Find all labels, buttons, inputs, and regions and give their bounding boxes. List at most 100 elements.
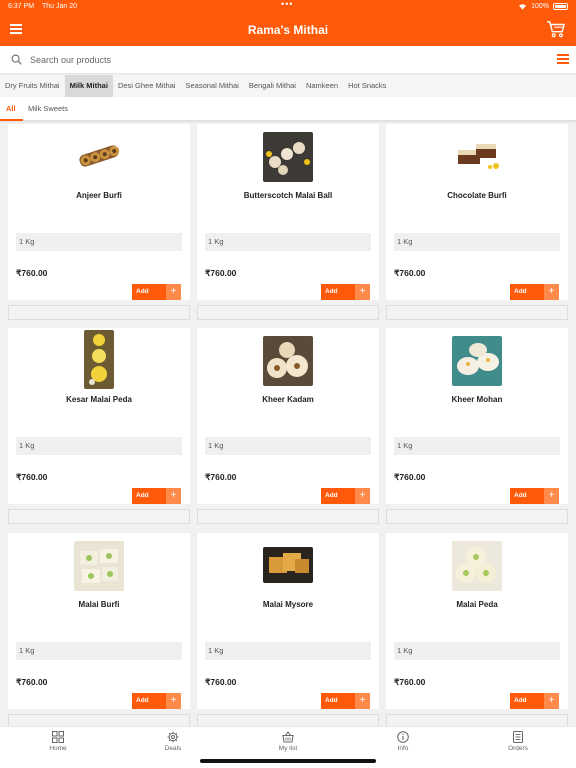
product-name: Malai Burfi — [78, 600, 120, 609]
nav-deals[interactable]: Deals — [143, 731, 203, 752]
card-footer — [8, 714, 190, 726]
product-card[interactable]: Kheer Mohan 1 Kg ₹760.00 Add + — [386, 328, 568, 524]
plus-icon: + — [355, 693, 370, 709]
weight-select[interactable]: 1 Kg — [205, 233, 371, 251]
plus-icon: + — [355, 284, 370, 300]
nav-label: Info — [397, 745, 409, 752]
product-card[interactable]: Malai Mysore 1 Kg ₹760.00 Add + — [197, 533, 379, 726]
status-time: 6:37 PM — [8, 3, 35, 10]
nav-label: My list — [278, 745, 298, 752]
card-footer — [8, 509, 190, 524]
status-date: Thu Jan 20 — [42, 3, 78, 10]
search-icon — [11, 54, 22, 65]
add-button[interactable]: Add + — [510, 284, 559, 300]
card-footer — [197, 305, 379, 320]
plus-icon: + — [166, 488, 181, 504]
product-price: ₹760.00 — [394, 472, 426, 482]
home-indicator[interactable] — [200, 759, 376, 763]
card-footer — [386, 714, 568, 726]
product-name: Kesar Malai Peda — [66, 395, 132, 404]
status-right: 100% — [518, 3, 568, 10]
product-name: Kheer Kadam — [262, 395, 314, 404]
search-input[interactable] — [30, 51, 510, 69]
weight-select[interactable]: 1 Kg — [205, 642, 371, 660]
product-name: Malai Peda — [456, 600, 498, 609]
subcategory-tabs: All Milk Sweets — [0, 97, 576, 121]
tab-namkeen[interactable]: Namkeen — [301, 75, 343, 97]
add-label: Add — [321, 488, 355, 504]
plus-icon: + — [544, 284, 559, 300]
nav-label: Deals — [164, 745, 182, 752]
weight-select[interactable]: 1 Kg — [394, 642, 560, 660]
app-header: 6:37 PM Thu Jan 20 ••• 100% Rama's Mitha… — [0, 0, 576, 46]
weight-select[interactable]: 1 Kg — [16, 642, 182, 660]
product-name: Kheer Mohan — [451, 395, 503, 404]
add-button[interactable]: Add + — [510, 488, 559, 504]
product-price: ₹760.00 — [16, 677, 48, 687]
product-card[interactable]: Chocolate Burfi 1 Kg ₹760.00 Add + — [386, 124, 568, 320]
product-card[interactable]: Kesar Malai Peda 1 Kg ₹760.00 Add + — [8, 328, 190, 524]
add-button[interactable]: Add + — [132, 693, 181, 709]
info-icon — [397, 731, 409, 743]
product-price: ₹760.00 — [205, 677, 237, 687]
kesar-malai-peda-image — [84, 330, 114, 389]
add-label: Add — [321, 284, 355, 300]
add-button[interactable]: Add + — [321, 284, 370, 300]
add-label: Add — [510, 284, 544, 300]
add-button[interactable]: Add + — [321, 693, 370, 709]
add-button[interactable]: Add + — [510, 693, 559, 709]
malai-burfi-image — [74, 541, 124, 591]
nav-my-list[interactable]: My list — [258, 731, 318, 752]
product-price: ₹760.00 — [16, 268, 48, 278]
kheer-kadam-image — [263, 336, 313, 386]
malai-peda-image — [452, 541, 502, 591]
nav-info[interactable]: Info — [373, 731, 433, 752]
add-button[interactable]: Add + — [132, 488, 181, 504]
app-title: Rama's Mithai — [247, 23, 329, 37]
product-card[interactable]: Anjeer Burfi 1 Kg ₹760.00 Add + — [8, 124, 190, 320]
battery-icon — [553, 3, 568, 10]
weight-select[interactable]: 1 Kg — [205, 437, 371, 455]
list-view-icon[interactable] — [557, 54, 569, 64]
tab-desi-ghee-mithai[interactable]: Desi Ghee Mithai — [113, 75, 181, 97]
weight-select[interactable]: 1 Kg — [394, 437, 560, 455]
product-price: ₹760.00 — [394, 268, 426, 278]
tab-milk-mithai[interactable]: Milk Mithai — [64, 75, 113, 97]
tab-bengali-mithai[interactable]: Bengali Mithai — [244, 75, 301, 97]
nav-orders[interactable]: Orders — [488, 731, 548, 752]
basket-icon — [282, 731, 294, 743]
weight-select[interactable]: 1 Kg — [16, 437, 182, 455]
subtab-milk-sweets[interactable]: Milk Sweets — [28, 104, 68, 113]
plus-icon: + — [544, 488, 559, 504]
nav-home[interactable]: Home — [28, 731, 88, 752]
add-label: Add — [510, 488, 544, 504]
product-card[interactable]: Malai Peda 1 Kg ₹760.00 Add + — [386, 533, 568, 726]
tab-seasonal-mithai[interactable]: Seasonal Mithai — [180, 75, 243, 97]
category-tabs: Dry Fruits Mithai Milk Mithai Desi Ghee … — [0, 75, 576, 97]
tab-hot-snacks[interactable]: Hot Snacks — [343, 75, 391, 97]
add-label: Add — [321, 693, 355, 709]
add-button[interactable]: Add + — [321, 488, 370, 504]
add-label: Add — [132, 284, 166, 300]
plus-icon: + — [166, 284, 181, 300]
weight-select[interactable]: 1 Kg — [16, 233, 182, 251]
search-bar — [0, 46, 576, 74]
product-grid: Anjeer Burfi 1 Kg ₹760.00 Add + Buttersc… — [0, 122, 576, 726]
add-button[interactable]: Add + — [132, 284, 181, 300]
nav-label: Home — [49, 745, 67, 752]
plus-icon: + — [166, 693, 181, 709]
grid-icon — [52, 731, 64, 743]
subtab-all[interactable]: All — [0, 104, 23, 121]
butterscotch-malai-ball-image — [263, 132, 313, 182]
tab-dry-fruits-mithai[interactable]: Dry Fruits Mithai — [0, 75, 65, 97]
anjeer-burfi-image — [75, 138, 123, 174]
weight-select[interactable]: 1 Kg — [394, 233, 560, 251]
cart-icon[interactable] — [546, 20, 566, 38]
product-price: ₹760.00 — [394, 677, 426, 687]
malai-mysore-image — [263, 547, 313, 583]
product-card[interactable]: Butterscotch Malai Ball 1 Kg ₹760.00 Add… — [197, 124, 379, 320]
product-card[interactable]: Kheer Kadam 1 Kg ₹760.00 Add + — [197, 328, 379, 524]
kheer-mohan-image — [452, 336, 502, 386]
multitasking-dots[interactable]: ••• — [281, 0, 293, 9]
product-card[interactable]: Malai Burfi 1 Kg ₹760.00 Add + — [8, 533, 190, 726]
